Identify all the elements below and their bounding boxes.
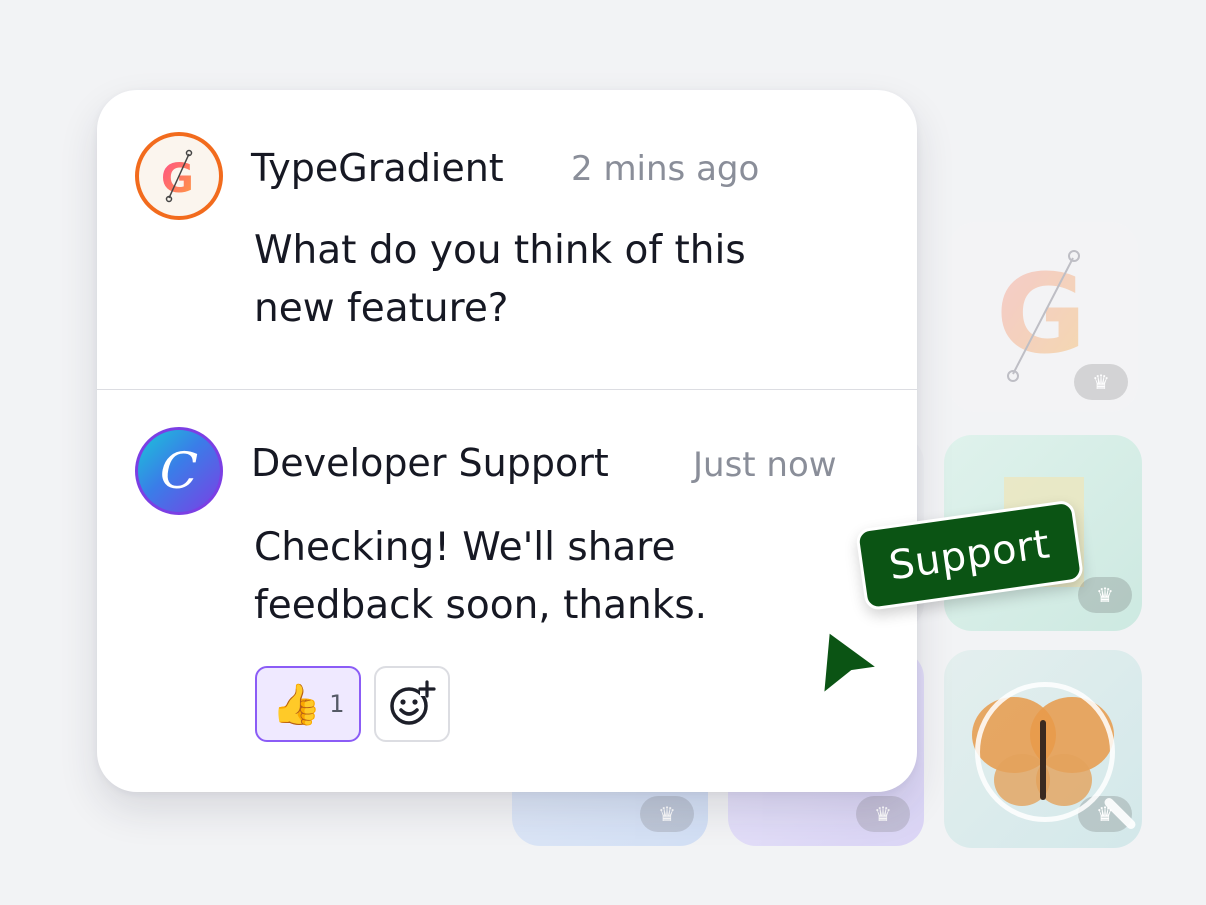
timestamp: 2 mins ago — [571, 149, 760, 189]
message-line: feedback soon, thanks. — [254, 583, 708, 628]
background-app-tile: G ♛ — [948, 222, 1138, 412]
collaborator-cursor-icon — [820, 628, 882, 698]
typegradient-logo-icon: G — [161, 149, 194, 203]
thumbs-up-icon: 👍 — [271, 681, 322, 728]
message-line: Checking! We'll share — [254, 525, 676, 570]
magnifier-icon — [975, 682, 1115, 822]
author-name[interactable]: Developer Support — [251, 441, 609, 485]
svg-text:G: G — [996, 250, 1086, 378]
timestamp: Just now — [693, 445, 837, 485]
add-emoji-icon — [390, 680, 436, 725]
premium-crown-icon: ♛ — [1074, 364, 1128, 400]
message-line: new feature? — [254, 286, 509, 331]
avatar-letter: C — [159, 442, 199, 500]
message-text: What do you think of this new feature? — [254, 222, 854, 338]
add-reaction-button[interactable] — [374, 666, 450, 742]
message-text: Checking! We'll share feedback soon, tha… — [254, 519, 854, 635]
avatar[interactable]: C — [135, 427, 223, 515]
comment-message: G TypeGradient 2 mins ago What do you th… — [97, 90, 917, 389]
premium-crown-icon: ♛ — [640, 796, 694, 832]
message-line: What do you think of this — [254, 228, 746, 273]
author-name[interactable]: TypeGradient — [251, 146, 504, 190]
premium-crown-icon: ♛ — [856, 796, 910, 832]
premium-crown-icon: ♛ — [1078, 577, 1132, 613]
reaction-count: 1 — [329, 690, 345, 718]
comment-thread-card: G TypeGradient 2 mins ago What do you th… — [97, 90, 917, 792]
avatar[interactable]: G — [135, 132, 223, 220]
reaction-thumbs-up-button[interactable]: 👍 1 — [255, 666, 361, 742]
